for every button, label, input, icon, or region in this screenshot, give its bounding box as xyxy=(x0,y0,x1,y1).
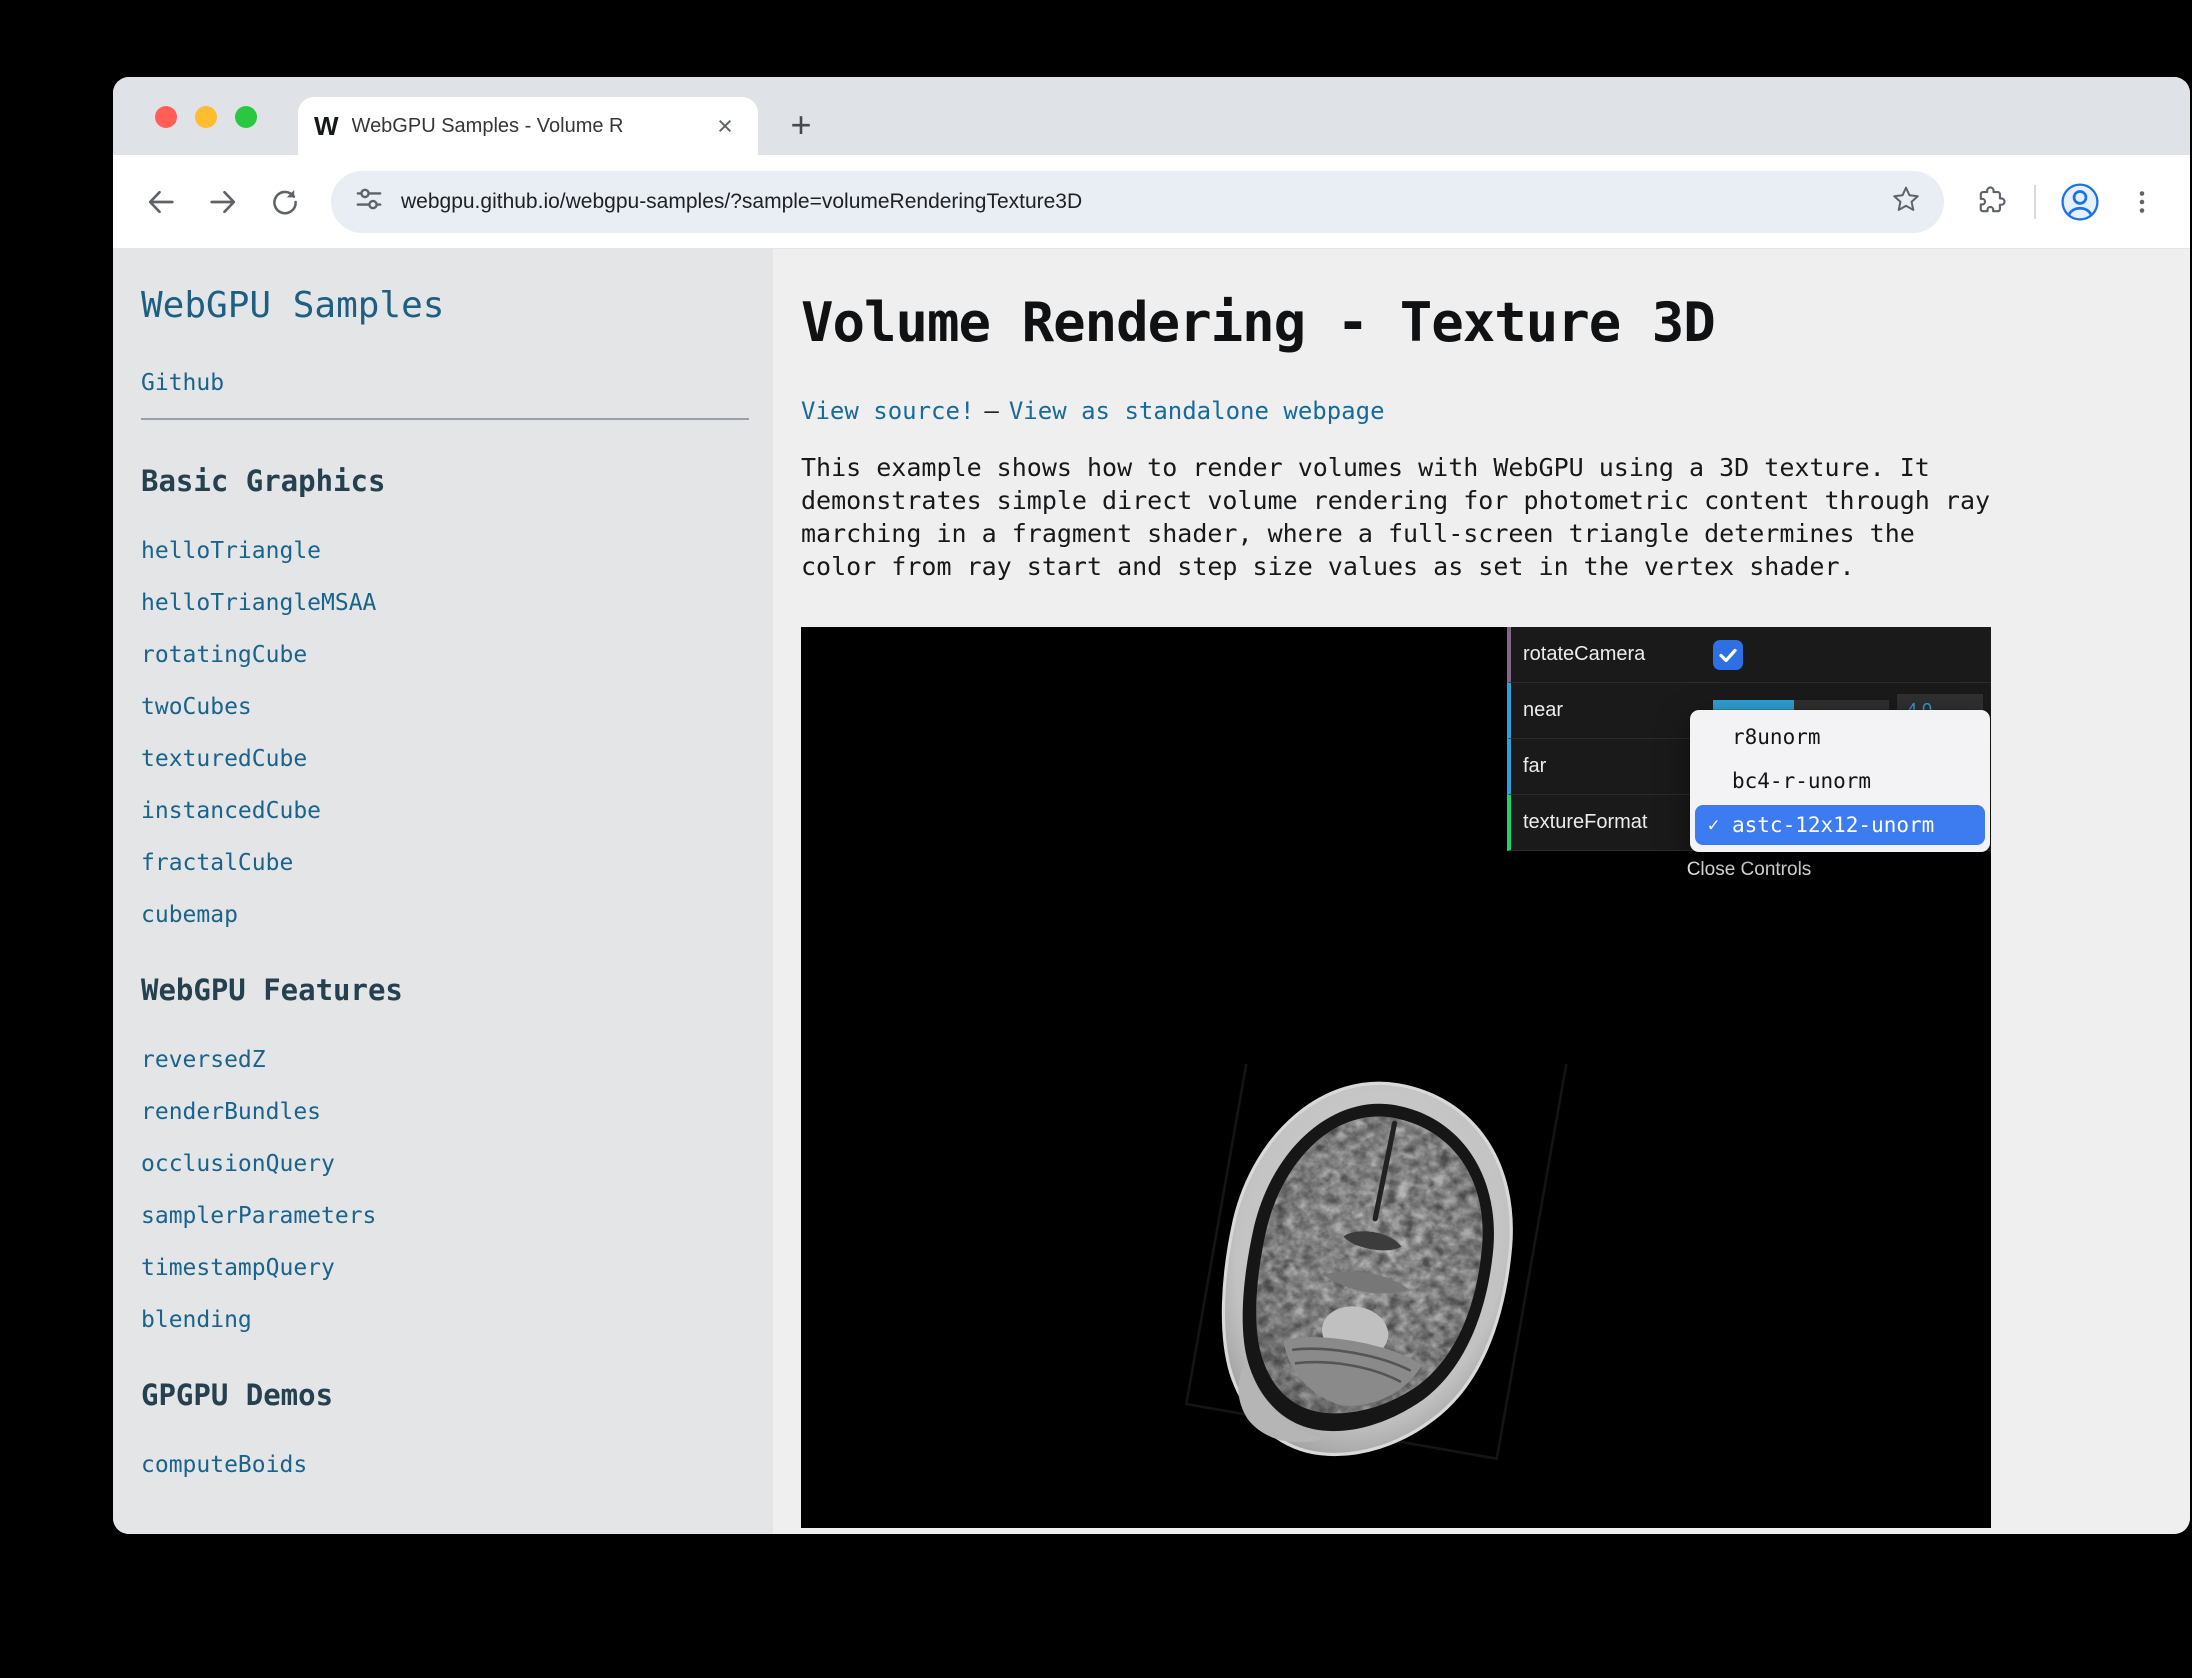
samples-sidebar: WebGPU Samples Github Basic Graphics hel… xyxy=(113,249,773,1534)
rotate-camera-label: rotateCamera xyxy=(1523,643,1703,666)
link-separator: — xyxy=(984,397,998,425)
dropdown-option-astc-12x12-unorm-selected[interactable]: ✓ astc-12x12-unorm xyxy=(1695,805,1985,845)
tab-close-icon[interactable]: × xyxy=(708,109,742,143)
sidebar-item-helloTriangleMSAA[interactable]: helloTriangleMSAA xyxy=(141,590,749,617)
dropdown-option-label: astc-12x12-unorm xyxy=(1732,813,1934,837)
sidebar-item-fractalCube[interactable]: fractalCube xyxy=(141,850,749,877)
close-controls-button[interactable]: Close Controls xyxy=(1507,851,1991,889)
webgpu-favicon-icon: W xyxy=(314,111,339,142)
sidebar-item-rotatingCube[interactable]: rotatingCube xyxy=(141,642,749,669)
window-controls xyxy=(155,106,257,128)
view-source-link[interactable]: View source! xyxy=(801,397,974,425)
page-title: Volume Rendering - Texture 3D xyxy=(801,293,2190,353)
sidebar-item-samplerParameters[interactable]: samplerParameters xyxy=(141,1203,749,1230)
github-link[interactable]: Github xyxy=(141,370,224,396)
browser-tab[interactable]: W WebGPU Samples - Volume R × xyxy=(298,97,758,155)
section-heading-basic-graphics: Basic Graphics xyxy=(141,464,749,498)
back-button[interactable] xyxy=(135,176,187,228)
webgpu-canvas[interactable]: rotateCamera near 4.0 xyxy=(801,627,1991,1528)
sidebar-item-instancedCube[interactable]: instancedCube xyxy=(141,798,749,825)
menu-kebab-icon[interactable] xyxy=(2116,176,2168,228)
browser-window: W WebGPU Samples - Volume R × + xyxy=(113,77,2190,1534)
checkmark-icon xyxy=(1716,643,1740,667)
close-window-button[interactable] xyxy=(155,106,177,128)
texture-format-label: textureFormat xyxy=(1523,811,1703,834)
sidebar-item-blending[interactable]: blending xyxy=(141,1307,749,1334)
sidebar-item-twoCubes[interactable]: twoCubes xyxy=(141,694,749,721)
tab-title-fade xyxy=(625,115,695,138)
new-tab-button[interactable]: + xyxy=(779,103,823,147)
tab-strip: W WebGPU Samples - Volume R × + xyxy=(113,77,2190,155)
dropdown-option-label: bc4-r-unorm xyxy=(1732,769,1871,793)
sidebar-item-helloTriangle[interactable]: helloTriangle xyxy=(141,538,749,565)
url-text: webgpu.github.io/webgpu-samples/?sample=… xyxy=(401,190,1874,214)
desktop-background: W WebGPU Samples - Volume R × + xyxy=(0,0,2192,1678)
bookmark-star-icon[interactable] xyxy=(1890,183,1922,220)
far-label: far xyxy=(1523,755,1703,778)
browser-toolbar: webgpu.github.io/webgpu-samples/?sample=… xyxy=(113,155,2190,249)
sidebar-item-reversedZ[interactable]: reversedZ xyxy=(141,1047,749,1074)
dropdown-option-bc4-r-unorm[interactable]: bc4-r-unorm xyxy=(1690,759,1990,803)
dropdown-option-r8unorm[interactable]: r8unorm xyxy=(1690,715,1990,759)
sample-links: View source! — View as standalone webpage xyxy=(801,397,2190,425)
near-label: near xyxy=(1523,699,1703,722)
sidebar-item-renderBundles[interactable]: renderBundles xyxy=(141,1099,749,1126)
site-settings-icon[interactable] xyxy=(353,183,385,220)
sidebar-item-computeBoids[interactable]: computeBoids xyxy=(141,1452,749,1479)
sample-description: This example shows how to render volumes… xyxy=(801,451,1990,583)
sidebar-item-timestampQuery[interactable]: timestampQuery xyxy=(141,1255,749,1282)
sidebar-item-occlusionQuery[interactable]: occlusionQuery xyxy=(141,1151,749,1178)
address-bar[interactable]: webgpu.github.io/webgpu-samples/?sample=… xyxy=(331,171,1944,233)
reload-button[interactable] xyxy=(259,176,311,228)
mri-brain-image xyxy=(1154,1064,1574,1474)
section-heading-gpgpu-demos: GPGPU Demos xyxy=(141,1378,749,1412)
page-content: WebGPU Samples Github Basic Graphics hel… xyxy=(113,249,2190,1534)
zoom-window-button[interactable] xyxy=(235,106,257,128)
sidebar-divider xyxy=(141,418,749,420)
rotate-camera-checkbox[interactable] xyxy=(1713,640,1743,670)
sidebar-item-texturedCube[interactable]: texturedCube xyxy=(141,746,749,773)
sidebar-title: WebGPU Samples xyxy=(141,285,749,326)
profile-avatar[interactable] xyxy=(2054,176,2106,228)
extensions-puzzle-icon[interactable] xyxy=(1964,176,2016,228)
forward-button[interactable] xyxy=(197,176,249,228)
gui-row-rotate-camera: rotateCamera xyxy=(1507,627,1991,683)
toolbar-divider xyxy=(2034,185,2036,219)
dropdown-option-label: r8unorm xyxy=(1732,725,1821,749)
section-heading-webgpu-features: WebGPU Features xyxy=(141,973,749,1007)
tab-title: WebGPU Samples - Volume R xyxy=(352,115,695,138)
sidebar-item-cubemap[interactable]: cubemap xyxy=(141,902,749,929)
checkmark-icon: ✓ xyxy=(1695,814,1732,836)
standalone-link[interactable]: View as standalone webpage xyxy=(1009,397,1385,425)
texture-format-dropdown: r8unorm bc4-r-unorm ✓ astc-12x12-unorm xyxy=(1690,710,1990,852)
sample-main: Volume Rendering - Texture 3D View sourc… xyxy=(773,249,2190,1534)
minimize-window-button[interactable] xyxy=(195,106,217,128)
